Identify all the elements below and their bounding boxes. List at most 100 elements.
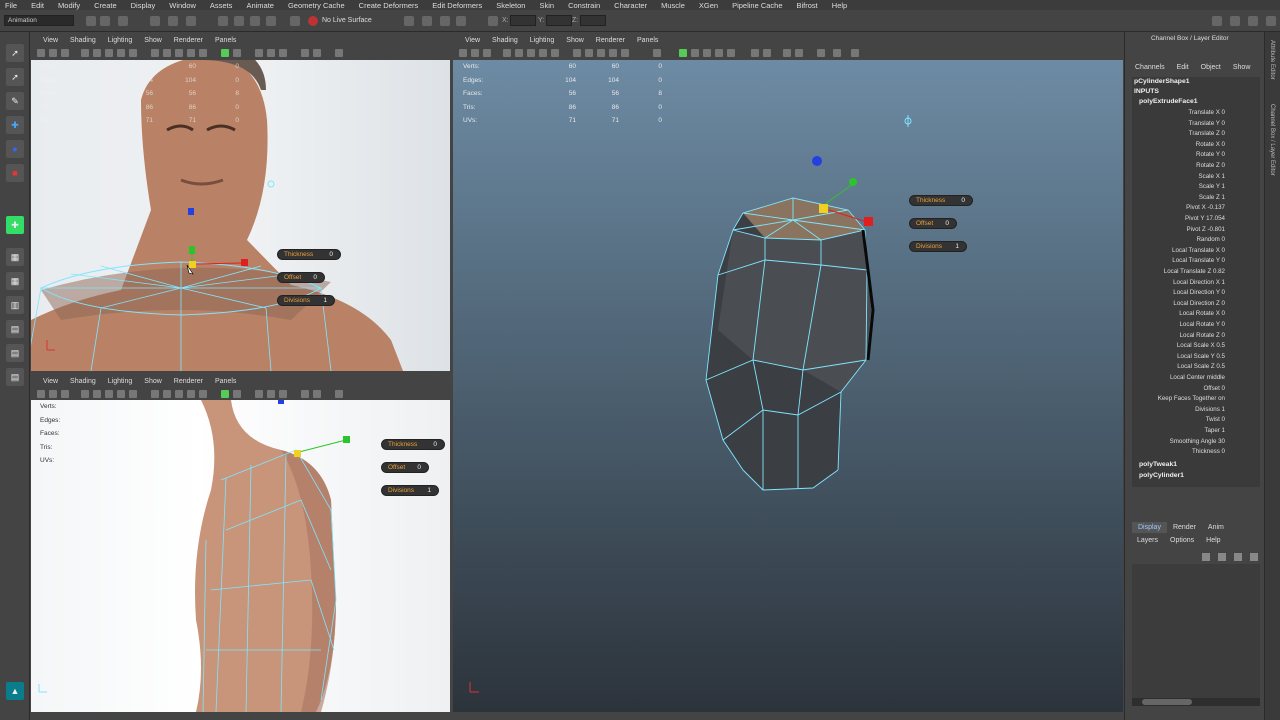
camera-icon[interactable]: [37, 49, 45, 57]
front-viewport[interactable]: Verts: 60 60 0 Edges: 104 104 0 Faces: 56 56 8 Tr…: [31, 60, 450, 371]
lights-icon[interactable]: [199, 390, 207, 398]
scale-tool-icon[interactable]: ■: [6, 164, 24, 182]
channel-attribute[interactable]: Thickness 0: [1132, 448, 1225, 455]
viewport-menu-shading[interactable]: Shading: [492, 37, 518, 44]
viewport-menu-renderer[interactable]: Renderer: [596, 37, 625, 44]
select-component-icon[interactable]: [186, 16, 196, 26]
menu-display[interactable]: Display: [131, 1, 156, 10]
side-viewport[interactable]: Verts: Edges: Faces: Tris: UVs: Thicknes…: [31, 400, 450, 712]
absolute-transform-icon[interactable]: [488, 16, 498, 26]
last-tool-icon[interactable]: ✚: [6, 216, 24, 234]
camera-icon[interactable]: [459, 49, 467, 57]
y-field[interactable]: [546, 15, 572, 26]
menu-muscle[interactable]: Muscle: [661, 1, 685, 10]
select-object-icon[interactable]: [168, 16, 178, 26]
menu-set-selector[interactable]: Animation: [4, 15, 74, 26]
viewport-menu-view[interactable]: View: [43, 378, 58, 385]
ipr-render-icon[interactable]: [422, 16, 432, 26]
channel-box-tab[interactable]: Channel Box / Layer Editor: [1269, 104, 1275, 176]
exposure-icon[interactable]: [763, 49, 771, 57]
wireframe-on-shaded-icon[interactable]: [175, 49, 183, 57]
lights-icon[interactable]: [621, 49, 629, 57]
channel-attribute[interactable]: Local Scale Y 0.5: [1132, 353, 1225, 360]
layers-menu[interactable]: Layers: [1137, 537, 1158, 544]
panel-layout-icon[interactable]: [833, 49, 841, 57]
xray-icon[interactable]: [221, 49, 229, 57]
menu-skeleton[interactable]: Skeleton: [496, 1, 525, 10]
menu-xgen[interactable]: XGen: [699, 1, 718, 10]
viewport-menu-view[interactable]: View: [43, 37, 58, 44]
menu-edit[interactable]: Edit: [31, 1, 44, 10]
modeling-toolkit-icon[interactable]: [1230, 16, 1240, 26]
ambient-occlusion-icon[interactable]: [255, 49, 263, 57]
gamma-icon[interactable]: [335, 49, 343, 57]
channel-attribute[interactable]: Pivot Y 17.054: [1132, 215, 1225, 222]
attribute-editor-icon[interactable]: [1248, 16, 1258, 26]
wireframe-on-shaded-icon[interactable]: [597, 49, 605, 57]
channel-attribute[interactable]: Local Translate Y 0: [1132, 257, 1225, 264]
isolate-select-icon[interactable]: [233, 49, 241, 57]
channel-attribute[interactable]: Rotate Z 0: [1132, 162, 1225, 169]
move-layer-up-icon[interactable]: [1202, 553, 1210, 561]
channel-attribute[interactable]: Pivot Z -0.801: [1132, 226, 1225, 233]
textured-icon[interactable]: [187, 390, 195, 398]
x-field[interactable]: [510, 15, 536, 26]
layer-list[interactable]: [1132, 564, 1260, 704]
camera-attr-icon[interactable]: [49, 390, 57, 398]
gate-mask-icon[interactable]: [129, 390, 137, 398]
offset-manipulator[interactable]: Offset 0: [909, 218, 957, 229]
channel-attribute[interactable]: Divisions 1: [1132, 406, 1225, 413]
render-settings-icon[interactable]: [440, 16, 450, 26]
thickness-manipulator[interactable]: Thickness 0: [909, 195, 973, 206]
move-layer-down-icon[interactable]: [1218, 553, 1226, 561]
outliner-layout-icon[interactable]: ▤: [6, 368, 24, 386]
camera-attr-icon[interactable]: [49, 49, 57, 57]
image-plane-icon[interactable]: [503, 49, 511, 57]
live-surface-icon[interactable]: [308, 16, 318, 26]
depth-of-field-icon[interactable]: [301, 390, 309, 398]
new-scene-icon[interactable]: [86, 16, 96, 26]
ambient-occlusion-icon[interactable]: [703, 49, 711, 57]
channel-attribute[interactable]: Local Scale X 0.5: [1132, 342, 1225, 349]
film-gate-icon[interactable]: [105, 390, 113, 398]
gate-mask-icon[interactable]: [129, 49, 137, 57]
motion-blur-icon[interactable]: [715, 49, 723, 57]
attribute-editor-tab[interactable]: Attribute Editor: [1269, 40, 1275, 80]
viewport-menu-panels[interactable]: Panels: [215, 37, 236, 44]
channel-attribute[interactable]: Local Rotate X 0: [1132, 310, 1225, 317]
anti-aliasing-icon[interactable]: [279, 49, 287, 57]
grid-icon[interactable]: [93, 49, 101, 57]
show-menu[interactable]: Show: [1233, 64, 1251, 71]
hypershade-icon[interactable]: [456, 16, 466, 26]
channel-attribute[interactable]: Pivot X -0.137: [1132, 204, 1225, 211]
history-icon[interactable]: [290, 16, 300, 26]
image-plane-icon[interactable]: [81, 390, 89, 398]
anti-aliasing-icon[interactable]: [279, 390, 287, 398]
color-management-icon[interactable]: [795, 49, 803, 57]
tab-render[interactable]: Render: [1167, 522, 1202, 533]
motion-blur-icon[interactable]: [267, 390, 275, 398]
depth-of-field-icon[interactable]: [301, 49, 309, 57]
menu-file[interactable]: File: [5, 1, 17, 10]
side-by-side-layout-icon[interactable]: ▥: [6, 296, 24, 314]
persp-outliner-layout-icon[interactable]: ▤: [6, 344, 24, 362]
scrollbar-thumb[interactable]: [1142, 699, 1192, 705]
resolution-gate-icon[interactable]: [117, 390, 125, 398]
wireframe-icon[interactable]: [151, 49, 159, 57]
viewport-menu-lighting[interactable]: Lighting: [108, 378, 133, 385]
rotate-tool-icon[interactable]: ●: [6, 140, 24, 158]
sculpt-icon[interactable]: [1212, 16, 1222, 26]
channel-attribute[interactable]: Local Rotate Z 0: [1132, 332, 1225, 339]
menu-assets[interactable]: Assets: [210, 1, 233, 10]
single-perspective-layout-icon[interactable]: ▦: [6, 248, 24, 266]
gamma-icon[interactable]: [783, 49, 791, 57]
render-icon[interactable]: [404, 16, 414, 26]
channel-attribute[interactable]: Translate Z 0: [1132, 130, 1225, 137]
viewport-menu-show[interactable]: Show: [144, 37, 162, 44]
textured-icon[interactable]: [187, 49, 195, 57]
perspective-viewport[interactable]: Verts: 60 60 0 Edges: 104 104 0 Faces: 56 56 8 Tr…: [453, 60, 1123, 712]
resolution-gate-icon[interactable]: [117, 49, 125, 57]
history-node-name[interactable]: polyCylinder1: [1139, 472, 1184, 479]
viewport-menu-show[interactable]: Show: [144, 378, 162, 385]
menu-create-deformers[interactable]: Create Deformers: [359, 1, 419, 10]
